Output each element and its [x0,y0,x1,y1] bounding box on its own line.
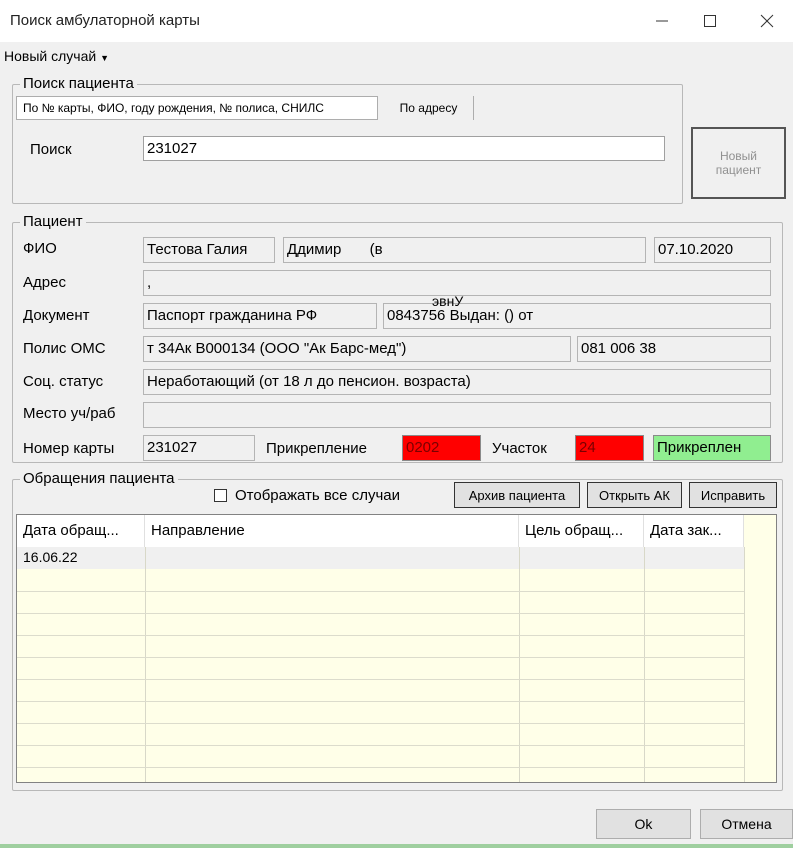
search-label: Поиск [30,141,72,158]
menu-new-case[interactable]: Новый случай ▼ [4,48,109,64]
show-all-label: Отображать все случаи [235,487,400,504]
attachment-field[interactable]: 0202 [402,435,481,461]
table-row[interactable]: 16.06.22 [17,547,744,569]
document-overlay-text: эвнУ [432,293,464,309]
column-header-direction[interactable]: Направление [145,515,519,547]
column-header-close-date[interactable]: Дата зак... [644,515,744,547]
grid-line [17,635,744,636]
visits-group-title: Обращения пациента [20,471,178,487]
minimize-button[interactable] [636,0,688,42]
visits-grid[interactable]: Дата обращ... Направление Цель обращ... … [16,514,777,783]
tab-search-by-address[interactable]: По адресу [384,96,474,120]
grid-line [519,547,520,782]
cell-date: 16.06.22 [23,549,78,565]
fio-label: ФИО [23,240,57,257]
maximize-icon [704,15,716,27]
open-ak-button[interactable]: Открыть АК [587,482,682,508]
fio-last-field[interactable]: Тестова Галия [143,237,275,263]
show-all-checkbox[interactable] [214,489,227,502]
grid-line [644,547,645,782]
attachment-status-field[interactable]: Прикреплен [653,435,771,461]
show-all-checkbox-row[interactable]: Отображать все случаи [214,487,400,504]
grid-header: Дата обращ... Направление Цель обращ... … [17,515,744,548]
fio-first: Ддимир [287,241,342,258]
new-patient-button[interactable]: Новый пациент [691,127,786,199]
window-title: Поиск амбулаторной карты [10,12,200,29]
column-header-purpose[interactable]: Цель обращ... [519,515,644,547]
menu-new-case-label: Новый случай [4,48,97,64]
grid-line [17,701,744,702]
archive-button[interactable]: Архив пациента [454,482,580,508]
grid-line [17,591,744,592]
grid-line [17,657,744,658]
oms-number-field[interactable]: 081 006 38 [577,336,771,362]
close-button[interactable] [741,0,793,42]
chevron-down-icon: ▼ [100,53,109,63]
bottom-border [0,844,793,848]
search-input[interactable]: 231027 [143,136,665,161]
close-icon [760,14,774,28]
tab-search-by-address-label: По адресу [399,101,458,115]
work-place-label: Место уч/раб [23,405,116,422]
card-number-field[interactable]: 231027 [143,435,255,461]
column-header-date[interactable]: Дата обращ... [17,515,145,547]
card-number-label: Номер карты [23,440,115,457]
attachment-label: Прикрепление [266,440,367,457]
work-place-field[interactable] [143,402,771,428]
tab-search-by-card-label: По № карты, ФИО, году рождения, № полиса… [23,101,324,115]
grid-line [17,679,744,680]
search-group-title: Поиск пациента [20,76,137,92]
tab-search-by-card[interactable]: По № карты, ФИО, году рождения, № полиса… [16,96,378,120]
oms-field[interactable]: т 34Ак В000134 (ООО "Ак Барс-мед") [143,336,571,362]
grid-line [17,723,744,724]
document-label: Документ [23,307,90,324]
document-type-field[interactable]: Паспорт гражданина РФ [143,303,377,329]
fio-name-field[interactable]: Ддимир (в [283,237,646,263]
menu-bar [0,42,793,70]
grid-line [17,745,744,746]
grid-line [145,547,146,782]
social-status-field[interactable]: Неработающий (от 18 л до пенсион. возрас… [143,369,771,395]
birth-date-field[interactable]: 07.10.2020 [654,237,771,263]
district-label: Участок [492,440,547,457]
social-status-label: Соц. статус [23,373,104,390]
grid-line [744,547,745,782]
grid-line [17,613,744,614]
oms-label: Полис ОМС [23,340,106,357]
fio-middle: (в [369,241,383,258]
address-label: Адрес [23,274,66,291]
cancel-button[interactable]: Отмена [700,809,793,839]
minimize-icon [656,20,668,22]
fix-button[interactable]: Исправить [689,482,777,508]
district-field[interactable]: 24 [575,435,644,461]
maximize-button[interactable] [684,0,736,42]
ok-button[interactable]: Ok [596,809,691,839]
grid-line [17,767,744,768]
patient-group-title: Пациент [20,214,86,230]
